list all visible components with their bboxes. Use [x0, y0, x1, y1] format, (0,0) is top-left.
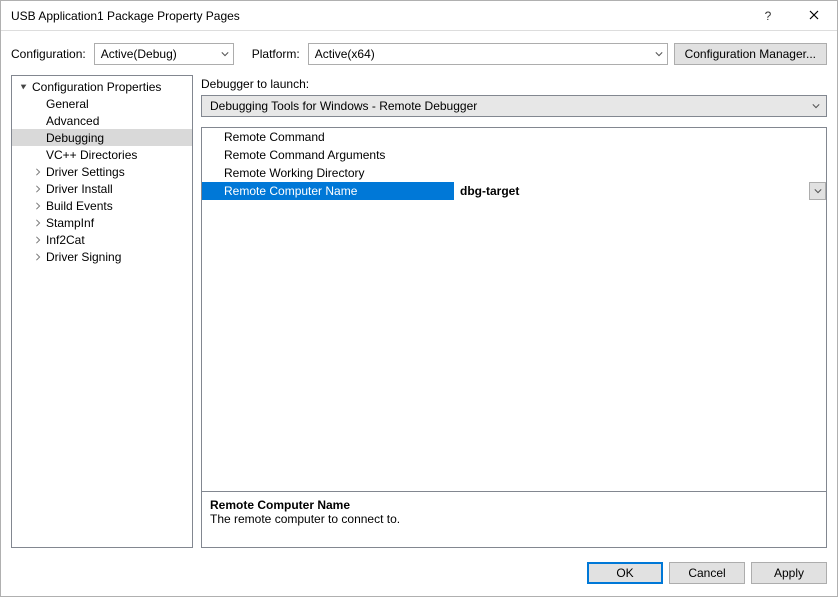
tree-item-label: Driver Signing: [44, 250, 121, 264]
collapse-icon: [18, 83, 30, 91]
right-pane: Debugger to launch: Debugging Tools for …: [201, 75, 827, 548]
tree-item[interactable]: Driver Signing: [12, 248, 192, 265]
tree-item[interactable]: General: [12, 95, 192, 112]
property-value[interactable]: [454, 146, 826, 164]
expand-icon: [32, 219, 44, 227]
property-value[interactable]: [454, 128, 826, 146]
apply-button[interactable]: Apply: [751, 562, 827, 584]
platform-combo[interactable]: Active(x64): [308, 43, 668, 65]
tree-item-label: Build Events: [44, 199, 113, 213]
tree-item-label: Advanced: [44, 114, 99, 128]
property-row[interactable]: Remote Command Arguments: [202, 146, 826, 164]
platform-value: Active(x64): [315, 47, 375, 61]
close-button[interactable]: [791, 1, 837, 31]
debugger-launch-value: Debugging Tools for Windows - Remote Deb…: [210, 99, 477, 113]
tree-root[interactable]: Configuration Properties: [12, 78, 192, 95]
tree-item[interactable]: Driver Install: [12, 180, 192, 197]
expand-icon: [32, 168, 44, 176]
platform-label: Platform:: [252, 47, 300, 61]
configuration-combo[interactable]: Active(Debug): [94, 43, 234, 65]
property-row[interactable]: Remote Working Directory: [202, 164, 826, 182]
description-title: Remote Computer Name: [210, 498, 818, 512]
titlebar: USB Application1 Package Property Pages …: [1, 1, 837, 31]
tree-root-label: Configuration Properties: [30, 80, 161, 94]
chevron-down-icon: [812, 99, 820, 113]
close-icon: [809, 9, 819, 23]
tree-item[interactable]: VC++ Directories: [12, 146, 192, 163]
tree-item[interactable]: Inf2Cat: [12, 231, 192, 248]
dropdown-button[interactable]: [809, 182, 826, 200]
property-tree[interactable]: Configuration Properties General Advanced…: [11, 75, 193, 548]
expand-icon: [32, 185, 44, 193]
main-area: Configuration Properties General Advanced…: [1, 75, 837, 554]
property-name: Remote Command Arguments: [202, 146, 454, 164]
chevron-down-icon: [655, 47, 663, 61]
chevron-down-icon: [221, 47, 229, 61]
tree-item[interactable]: Advanced: [12, 112, 192, 129]
expand-icon: [32, 202, 44, 210]
ok-button[interactable]: OK: [587, 562, 663, 584]
property-name: Remote Command: [202, 128, 454, 146]
tree-item-label: General: [44, 97, 89, 111]
description-box: Remote Computer Name The remote computer…: [201, 492, 827, 548]
expand-icon: [32, 236, 44, 244]
property-name: Remote Working Directory: [202, 164, 454, 182]
tree-item-label: StampInf: [44, 216, 94, 230]
property-value[interactable]: [454, 164, 826, 182]
tree-item-label: Inf2Cat: [44, 233, 85, 247]
tree-item[interactable]: Debugging: [12, 129, 192, 146]
configuration-value: Active(Debug): [101, 47, 177, 61]
property-grid[interactable]: Remote CommandRemote Command ArgumentsRe…: [201, 127, 827, 492]
debugger-launch-label: Debugger to launch:: [201, 75, 827, 95]
expand-icon: [32, 253, 44, 261]
description-body: The remote computer to connect to.: [210, 512, 818, 526]
tree-item-label: VC++ Directories: [44, 148, 137, 162]
bottom-bar: OK Cancel Apply: [1, 554, 837, 596]
property-row[interactable]: Remote Command: [202, 128, 826, 146]
debugger-launch-combo[interactable]: Debugging Tools for Windows - Remote Deb…: [201, 95, 827, 117]
property-value[interactable]: dbg-target: [454, 182, 826, 200]
configuration-label: Configuration:: [11, 47, 86, 61]
configuration-manager-button[interactable]: Configuration Manager...: [674, 43, 827, 65]
tree-item[interactable]: Build Events: [12, 197, 192, 214]
tree-item[interactable]: Driver Settings: [12, 163, 192, 180]
window-title: USB Application1 Package Property Pages: [1, 9, 745, 23]
cancel-button[interactable]: Cancel: [669, 562, 745, 584]
property-name: Remote Computer Name: [202, 182, 454, 200]
tree-item[interactable]: StampInf: [12, 214, 192, 231]
config-row: Configuration: Active(Debug) Platform: A…: [1, 31, 837, 75]
tree-item-label: Driver Settings: [44, 165, 125, 179]
property-row[interactable]: Remote Computer Name dbg-target: [202, 182, 826, 200]
property-value-text: dbg-target: [460, 184, 519, 198]
help-button[interactable]: ?: [745, 1, 791, 31]
tree-item-label: Driver Install: [44, 182, 113, 196]
tree-item-label: Debugging: [44, 131, 104, 145]
